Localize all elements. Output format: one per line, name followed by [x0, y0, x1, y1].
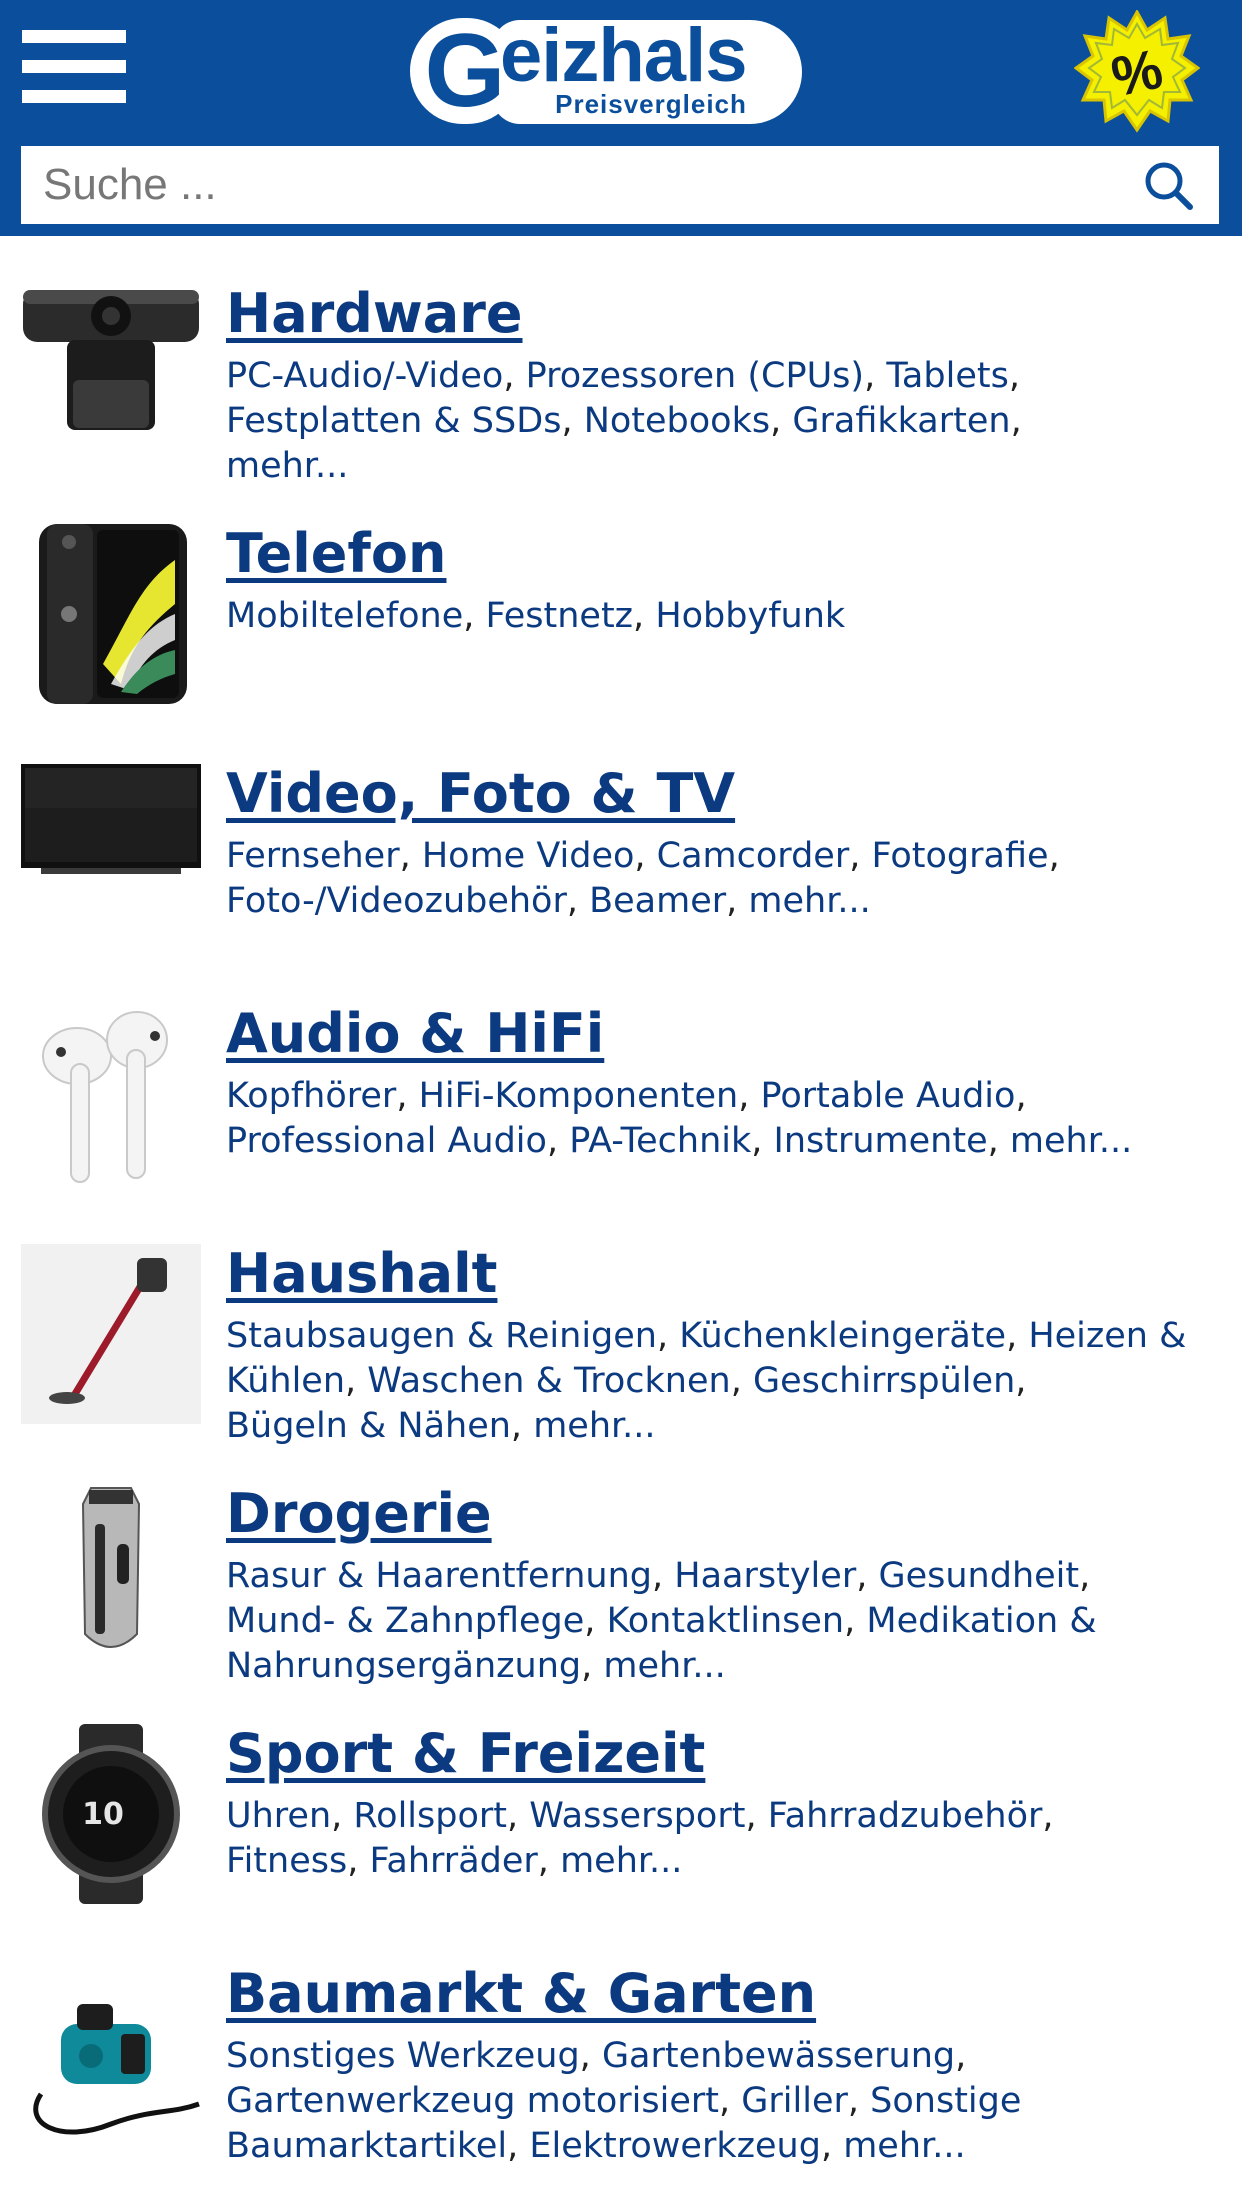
subcategory-link[interactable]: Home Video: [422, 836, 635, 876]
subcategory-link[interactable]: Fitness: [226, 1841, 347, 1881]
subcategory-link[interactable]: Haarstyler: [674, 1556, 856, 1596]
subcategory-link[interactable]: Hobbyfunk: [655, 596, 845, 636]
subcategory-link[interactable]: Fahrradzubehör: [768, 1796, 1043, 1836]
search-icon[interactable]: [1141, 159, 1195, 213]
smartwatch-icon[interactable]: 10: [21, 1724, 201, 1904]
more-link[interactable]: mehr...: [560, 1841, 682, 1881]
category-audio-hifi: Audio & HiFi Kopfhörer, HiFi-Komponenten…: [0, 956, 1242, 1196]
subcategory-link[interactable]: Uhren: [226, 1796, 331, 1836]
category-haushalt: Haushalt Staubsaugen & Reinigen, Küchenk…: [0, 1196, 1242, 1446]
svg-text:10: 10: [82, 1797, 124, 1832]
subcategory-link[interactable]: Instrumente: [774, 1121, 988, 1161]
search-bar: [21, 146, 1219, 224]
subcategory-link[interactable]: Elektrowerkzeug: [529, 2126, 821, 2166]
subcategory-link[interactable]: Festnetz: [486, 596, 634, 636]
subcategory-link[interactable]: Grafikkarten: [792, 401, 1010, 441]
subcategory-links: Kopfhörer, HiFi-Komponenten, Portable Au…: [226, 1076, 1133, 1161]
subcategory-link[interactable]: Gartenbewässerung: [602, 2036, 955, 2076]
category-hardware: Hardware PC-Audio/-Video, Prozessoren (C…: [0, 236, 1242, 486]
subcategory-link[interactable]: Rasur & Haarentfernung: [226, 1556, 652, 1596]
subcategory-link[interactable]: Festplatten & SSDs: [226, 401, 561, 441]
earbuds-icon[interactable]: [21, 1004, 201, 1184]
subcategory-links: Uhren, Rollsport, Wassersport, Fahrradzu…: [226, 1796, 1054, 1881]
air-compressor-icon[interactable]: [21, 1964, 201, 2144]
webcam-icon[interactable]: [21, 284, 201, 464]
category-baumarkt-garten: Baumarkt & Garten Sonstiges Werkzeug, Ga…: [0, 1916, 1242, 2166]
subcategory-link[interactable]: HiFi-Komponenten: [419, 1076, 739, 1116]
subcategory-link[interactable]: Prozessoren (CPUs): [526, 356, 864, 396]
subcategory-link[interactable]: Professional Audio: [226, 1121, 547, 1161]
category-drogerie: Drogerie Rasur & Haarentfernung, Haarsty…: [0, 1436, 1242, 1686]
category-title[interactable]: Telefon: [226, 522, 446, 586]
category-title[interactable]: Sport & Freizeit: [226, 1722, 705, 1786]
search-input[interactable]: [21, 146, 1101, 224]
subcategory-link[interactable]: Waschen & Trocknen: [367, 1361, 730, 1401]
category-title[interactable]: Hardware: [226, 282, 523, 346]
more-link[interactable]: mehr...: [1010, 1121, 1132, 1161]
subcategory-link[interactable]: Gartenwerkzeug motorisiert: [226, 2081, 719, 2121]
subcategory-link[interactable]: Mobiltelefone: [226, 596, 463, 636]
deals-percent-badge-icon[interactable]: %: [1073, 8, 1201, 136]
television-icon[interactable]: [21, 764, 201, 944]
subcategory-link[interactable]: PC-Audio/-Video: [226, 356, 503, 396]
category-title[interactable]: Drogerie: [226, 1482, 492, 1546]
subcategory-links: Fernseher, Home Video, Camcorder, Fotogr…: [226, 836, 1060, 921]
subcategory-links: PC-Audio/-Video, Prozessoren (CPUs), Tab…: [226, 356, 1022, 486]
subcategory-link[interactable]: Kopfhörer: [226, 1076, 396, 1116]
category-sport-freizeit: 10 Sport & Freizeit Uhren, Rollsport, Wa…: [0, 1676, 1242, 1916]
subcategory-link[interactable]: Kontaktlinsen: [607, 1601, 845, 1641]
category-video-foto-tv: Video, Foto & TV Fernseher, Home Video, …: [0, 716, 1242, 956]
subcategory-link[interactable]: Portable Audio: [761, 1076, 1016, 1116]
subcategory-link[interactable]: Geschirrspülen: [753, 1361, 1015, 1401]
app-header: G eizhals Preisvergleich %: [0, 0, 1242, 236]
category-title[interactable]: Audio & HiFi: [226, 1002, 604, 1066]
hair-clipper-icon[interactable]: [21, 1484, 201, 1664]
subcategory-link[interactable]: Mund- & Zahnpflege: [226, 1601, 584, 1641]
subcategory-link[interactable]: Beamer: [589, 881, 726, 921]
geizhals-logo[interactable]: G eizhals Preisvergleich: [410, 16, 802, 128]
category-title[interactable]: Baumarkt & Garten: [226, 1962, 816, 2026]
subcategory-link[interactable]: Rollsport: [353, 1796, 507, 1836]
subcategory-link[interactable]: Fahrräder: [369, 1841, 537, 1881]
subcategory-link[interactable]: Notebooks: [584, 401, 770, 441]
subcategory-links: Staubsaugen & Reinigen, Küchenkleingerät…: [226, 1316, 1187, 1446]
subcategory-link[interactable]: Küchenkleingeräte: [679, 1316, 1006, 1356]
subcategory-link[interactable]: Tablets: [886, 356, 1008, 396]
subcategory-link[interactable]: Camcorder: [657, 836, 850, 876]
stick-vacuum-icon[interactable]: [21, 1244, 201, 1424]
more-link[interactable]: mehr...: [748, 881, 870, 921]
subcategory-link[interactable]: Staubsaugen & Reinigen: [226, 1316, 657, 1356]
subcategory-link[interactable]: Fotografie: [872, 836, 1049, 876]
subcategory-link[interactable]: Foto-/Videozubehör: [226, 881, 567, 921]
subcategory-link[interactable]: Sonstiges Werkzeug: [226, 2036, 580, 2076]
category-title[interactable]: Haushalt: [226, 1242, 497, 1306]
subcategory-links: Rasur & Haarentfernung, Haarstyler, Gesu…: [226, 1556, 1097, 1686]
subcategory-links: Mobiltelefone, Festnetz, Hobbyfunk: [226, 596, 846, 636]
subcategory-link[interactable]: Fernseher: [226, 836, 400, 876]
category-telefon: Telefon Mobiltelefone, Festnetz, Hobbyfu…: [0, 476, 1242, 716]
smartphone-icon[interactable]: [21, 524, 201, 704]
subcategory-link[interactable]: Gesundheit: [878, 1556, 1079, 1596]
category-title[interactable]: Video, Foto & TV: [226, 762, 735, 826]
subcategory-link[interactable]: Wassersport: [529, 1796, 745, 1836]
subcategory-link[interactable]: PA-Technik: [569, 1121, 751, 1161]
subcategory-links: Sonstiges Werkzeug, Gartenbewässerung, Ga…: [226, 2036, 1022, 2166]
subcategory-link[interactable]: Griller: [741, 2081, 848, 2121]
hamburger-menu-icon[interactable]: [22, 26, 126, 104]
more-link[interactable]: mehr...: [843, 2126, 965, 2166]
